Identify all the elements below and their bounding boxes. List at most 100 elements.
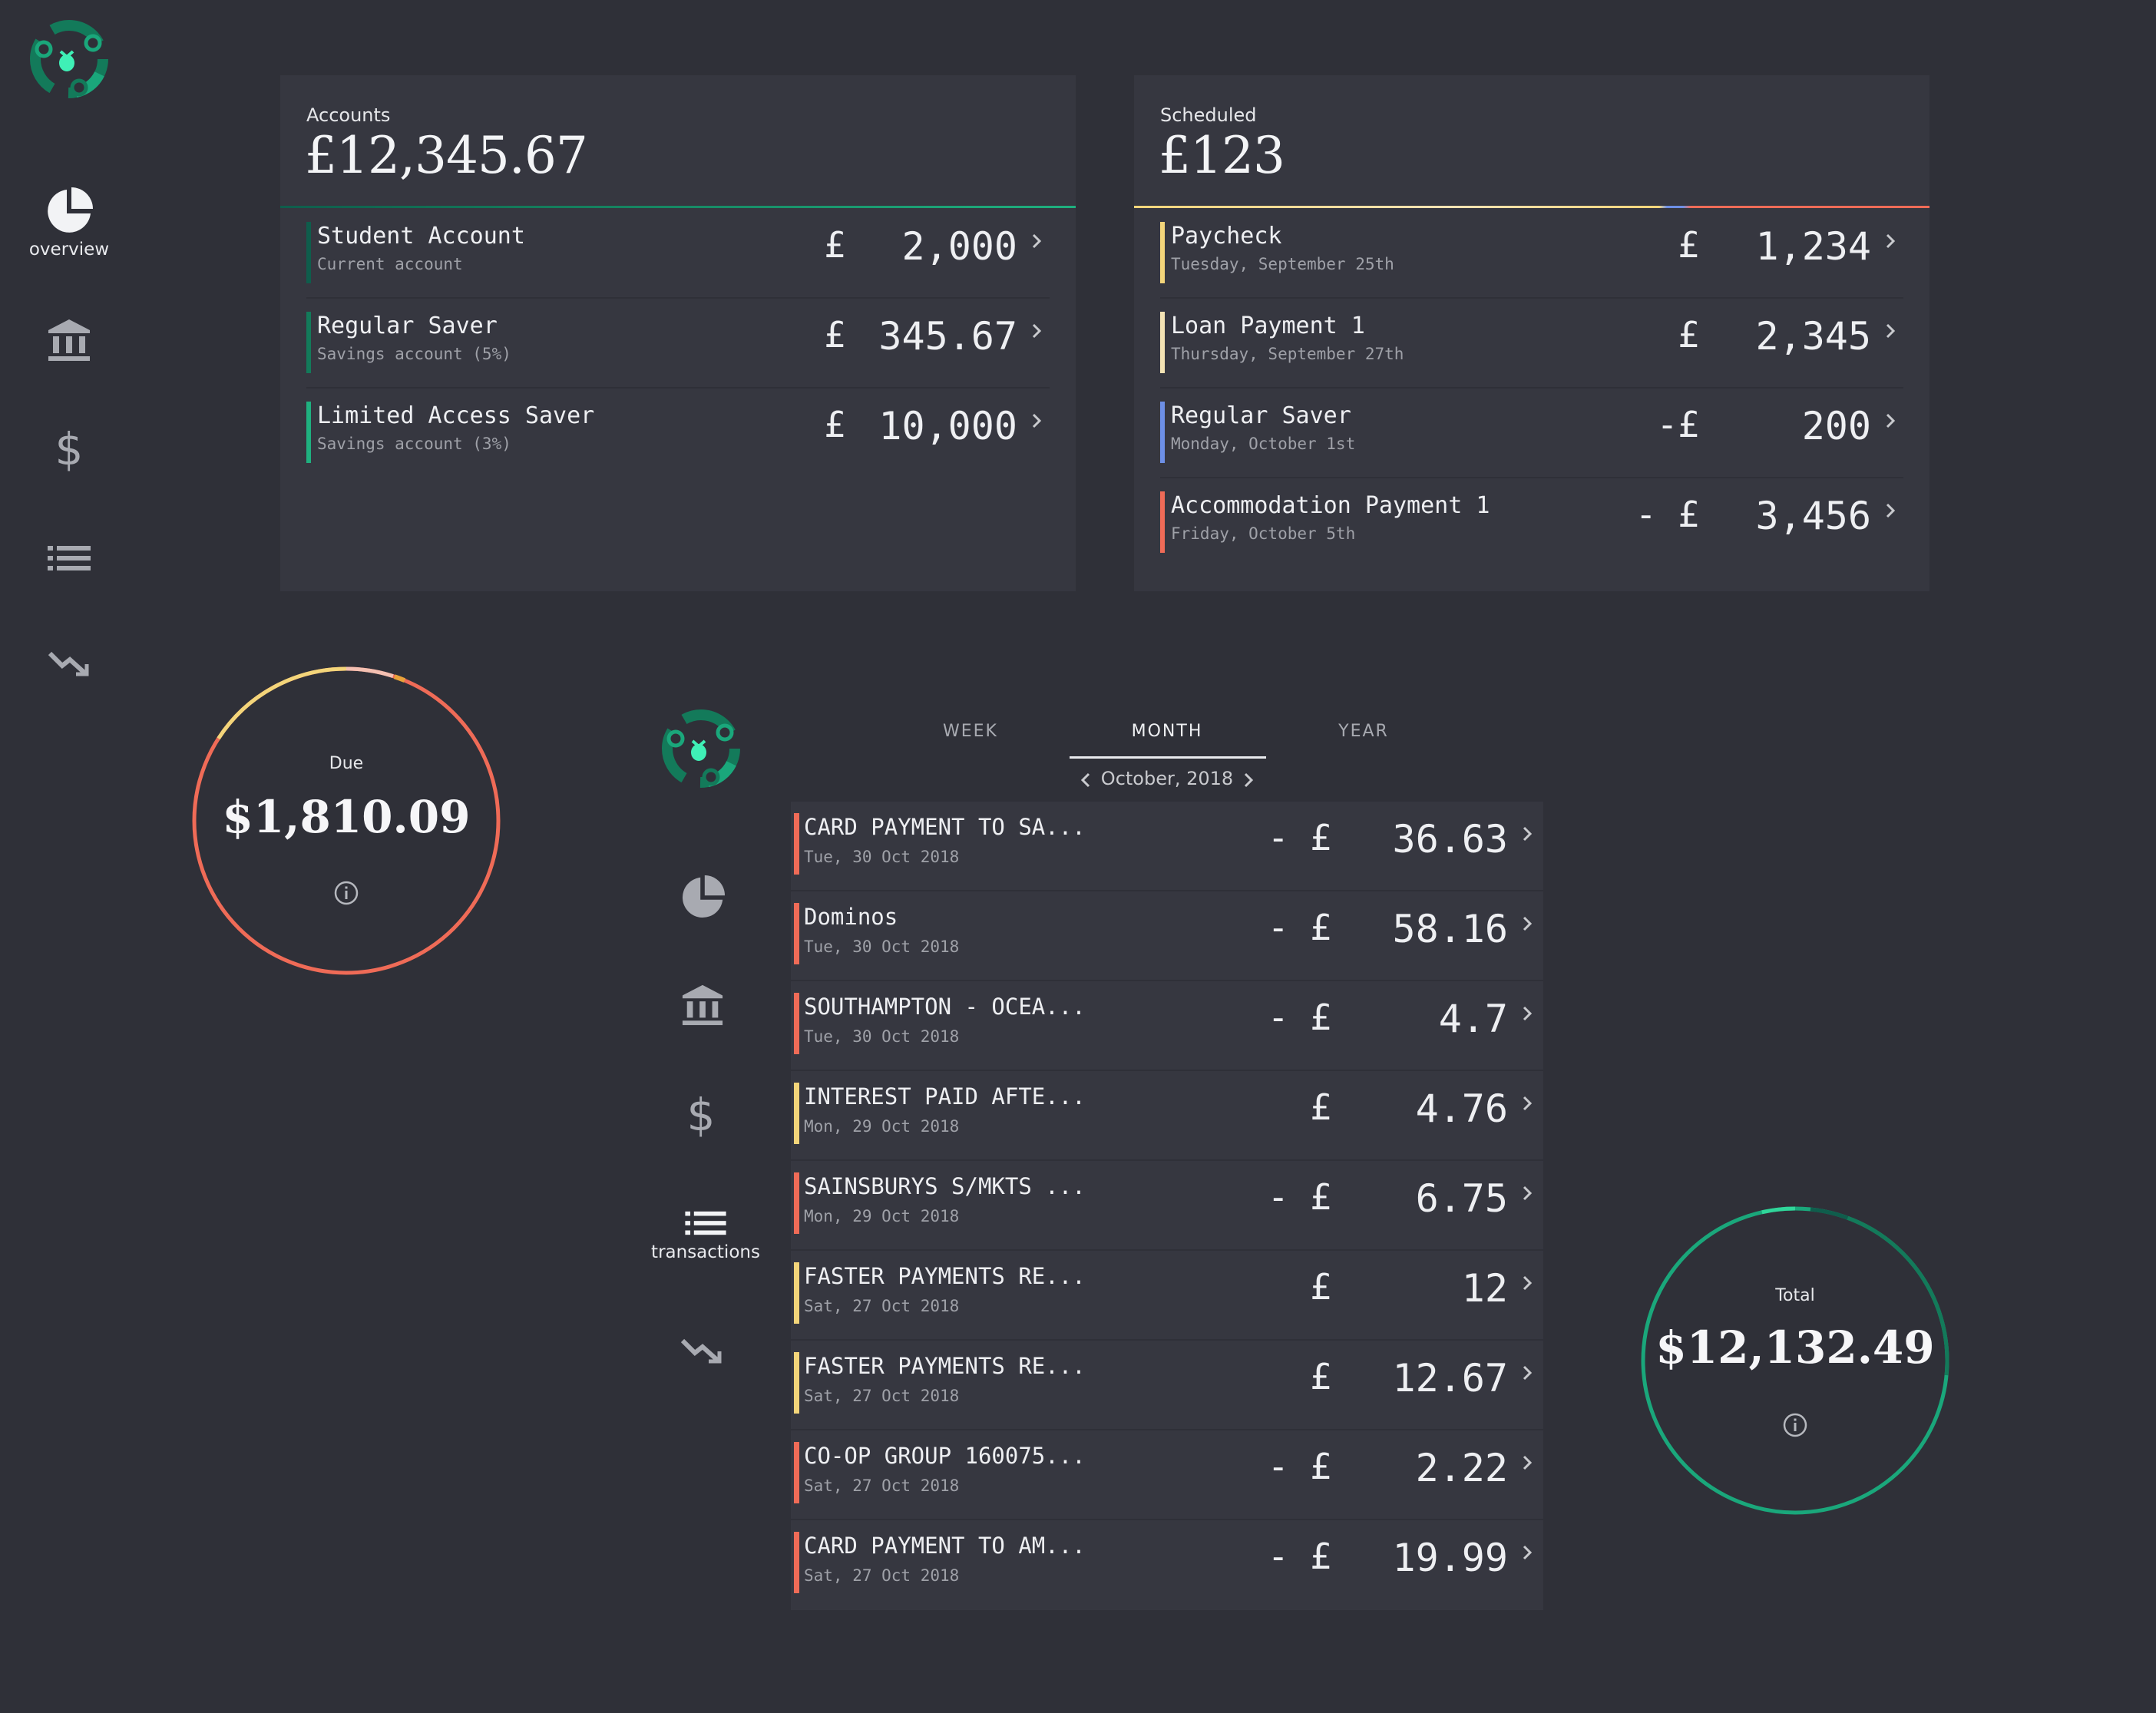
chevron-right-icon — [1886, 413, 1896, 428]
phone-nav-transactions[interactable]: transactions — [651, 1209, 760, 1262]
transaction-amount: 36.63 — [1392, 817, 1508, 861]
scheduled-label: Scheduled — [1160, 104, 1257, 126]
svg-text:$: $ — [687, 1090, 716, 1138]
currency-sign: - £ — [1267, 1446, 1331, 1487]
account-name: Student Account — [317, 223, 525, 250]
transaction-row[interactable]: INTEREST PAID AFTE... Mon, 29 Oct 2018 £… — [791, 1071, 1543, 1161]
tab-week[interactable]: WEEK — [894, 722, 1047, 741]
transaction-date: Sat, 27 Oct 2018 — [804, 1297, 960, 1315]
transaction-date: Sat, 27 Oct 2018 — [804, 1566, 960, 1585]
account-row[interactable]: Regular Saver Savings account (5%) £ 345… — [280, 299, 1076, 389]
scheduled-row[interactable]: Paycheck Tuesday, September 25th £ 1,234 — [1134, 209, 1929, 299]
currency-sign: - £ — [1267, 1176, 1331, 1218]
transaction-color-bar — [794, 813, 799, 875]
transaction-name: CARD PAYMENT TO AM... — [804, 1533, 1086, 1559]
trend-down-icon — [48, 651, 89, 676]
dollar-icon: $ — [55, 425, 84, 472]
nav-item-accounts[interactable] — [15, 318, 123, 362]
transaction-name: FASTER PAYMENTS RE... — [804, 1353, 1086, 1379]
currency-sign: £ — [1310, 1356, 1331, 1397]
total-value: $12,132.49 — [1655, 1321, 1935, 1374]
active-tab-indicator — [1070, 756, 1266, 759]
transaction-amount: 19.99 — [1392, 1536, 1508, 1580]
scheduled-row[interactable]: Regular Saver Monday, October 1st -£ 200 — [1134, 389, 1929, 478]
logo-icon — [662, 709, 740, 788]
chevron-right-icon — [1523, 1545, 1533, 1560]
list-icon — [685, 1211, 726, 1235]
transaction-color-bar — [794, 903, 799, 964]
transaction-date: Sat, 27 Oct 2018 — [804, 1387, 960, 1405]
scheduled-color-bar — [1160, 312, 1165, 373]
currency-sign: £ — [1310, 1266, 1331, 1308]
transaction-amount: 4.7 — [1438, 997, 1508, 1041]
transaction-amount: 58.16 — [1392, 907, 1508, 951]
account-color-bar — [306, 402, 311, 463]
nav-item-trends[interactable] — [15, 649, 123, 680]
transaction-name: CARD PAYMENT TO SA... — [804, 814, 1086, 840]
tab-year[interactable]: YEAR — [1287, 722, 1440, 741]
info-icon[interactable] — [333, 880, 359, 906]
transaction-row[interactable]: FASTER PAYMENTS RE... Sat, 27 Oct 2018 £… — [791, 1341, 1543, 1430]
scheduled-row[interactable]: Accommodation Payment 1 Friday, October … — [1134, 478, 1929, 568]
phone-nav-trends[interactable] — [648, 1336, 756, 1367]
transaction-row[interactable]: FASTER PAYMENTS RE... Sat, 27 Oct 2018 £… — [791, 1251, 1543, 1341]
chevron-right-icon — [1032, 233, 1042, 249]
total-ring[interactable]: Total $12,132.49 — [1638, 1203, 1953, 1518]
account-row[interactable]: Student Account Current account £ 2,000 — [280, 209, 1076, 299]
currency-sign: - £ — [1267, 817, 1331, 858]
accounts-divider — [280, 206, 1076, 208]
transaction-name: FASTER PAYMENTS RE... — [804, 1263, 1086, 1289]
due-ring[interactable]: Due $1,810.09 — [189, 663, 504, 978]
currency-sign: £ — [824, 314, 845, 355]
account-row[interactable]: Limited Access Saver Savings account (3%… — [280, 389, 1076, 478]
transaction-color-bar — [794, 1442, 799, 1503]
transaction-date: Tue, 30 Oct 2018 — [804, 1027, 960, 1046]
scheduled-amount: 2,345 — [1755, 314, 1871, 359]
scheduled-row[interactable]: Loan Payment 1 Thursday, September 27th … — [1134, 299, 1929, 389]
transaction-amount: 6.75 — [1415, 1176, 1508, 1221]
chevron-right-icon — [1032, 413, 1042, 428]
transaction-row[interactable]: CARD PAYMENT TO SA... Tue, 30 Oct 2018 -… — [791, 802, 1543, 891]
transaction-row[interactable]: CO-OP GROUP 160075... Sat, 27 Oct 2018 -… — [791, 1430, 1543, 1520]
transaction-name: Dominos — [804, 904, 898, 930]
info-icon[interactable] — [1782, 1412, 1808, 1438]
phone-nav-overview[interactable] — [649, 875, 756, 920]
chevron-right-icon[interactable] — [1241, 766, 1256, 794]
chevron-right-icon — [1523, 1186, 1533, 1201]
accounts-total: £12,345.67 — [305, 126, 588, 185]
account-amount: 10,000 — [878, 404, 1017, 448]
logo-icon — [30, 20, 108, 98]
secondary-logo[interactable] — [659, 706, 743, 794]
trend-down-icon — [680, 1338, 722, 1364]
chevron-right-icon — [1523, 1006, 1533, 1021]
account-type: Savings account (3%) — [317, 435, 511, 453]
transaction-name: SAINSBURYS S/MKTS ... — [804, 1173, 1086, 1199]
transaction-row[interactable]: SOUTHAMPTON - OCEA... Tue, 30 Oct 2018 -… — [791, 981, 1543, 1071]
phone-nav-budget[interactable]: $ — [647, 1090, 755, 1138]
transaction-amount: 4.76 — [1415, 1086, 1508, 1131]
transaction-color-bar — [794, 1083, 799, 1144]
account-name: Limited Access Saver — [317, 402, 595, 429]
account-type: Current account — [317, 255, 463, 273]
currency-sign: £ — [1310, 1086, 1331, 1128]
nav-item-transactions[interactable] — [15, 543, 123, 574]
tab-month[interactable]: MONTH — [1090, 722, 1244, 741]
dollar-icon: $ — [687, 1090, 716, 1138]
transaction-row[interactable]: CARD PAYMENT TO AM... Sat, 27 Oct 2018 -… — [791, 1520, 1543, 1610]
chevron-right-icon — [1886, 233, 1896, 249]
nav-item-budget[interactable]: $ — [15, 425, 123, 472]
scheduled-amount: 1,234 — [1755, 224, 1871, 269]
scheduled-color-bar — [1160, 402, 1165, 463]
transaction-row[interactable]: Dominos Tue, 30 Oct 2018 - £ 58.16 — [791, 891, 1543, 981]
currency-sign: £ — [1678, 224, 1699, 266]
transaction-row[interactable]: SAINSBURYS S/MKTS ... Mon, 29 Oct 2018 -… — [791, 1161, 1543, 1251]
transaction-color-bar — [794, 1532, 799, 1593]
transaction-name: CO-OP GROUP 160075... — [804, 1443, 1086, 1469]
app-logo[interactable] — [27, 17, 111, 104]
scheduled-name: Paycheck — [1171, 223, 1282, 250]
chevron-right-icon — [1523, 1365, 1533, 1381]
phone-nav-accounts[interactable] — [649, 984, 756, 1027]
transaction-amount: 2.22 — [1415, 1446, 1508, 1490]
chevron-right-icon — [1523, 1455, 1533, 1470]
nav-item-overview[interactable]: overview — [15, 187, 123, 260]
